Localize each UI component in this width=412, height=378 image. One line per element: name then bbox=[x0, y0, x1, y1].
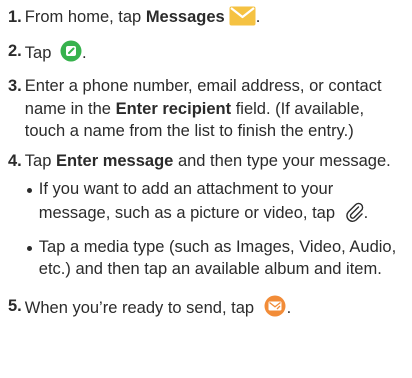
step-text: Tap . bbox=[25, 40, 406, 69]
bullet-list: If you want to add an attachment to your… bbox=[25, 178, 406, 281]
step-text-before: Tap bbox=[24, 43, 56, 62]
step-bold-term: Enter message bbox=[55, 151, 174, 170]
step-text: From home, tap Messages. bbox=[25, 6, 406, 33]
step-5: 5. When you’re ready to send, tap . bbox=[8, 295, 406, 324]
step-text-after: and then type your message. bbox=[173, 151, 391, 170]
step-number: 2. bbox=[8, 41, 22, 60]
bullet-item: If you want to add an attachment to your… bbox=[25, 178, 406, 229]
step-4: 4. Tap Enter message and then type your … bbox=[8, 150, 406, 288]
step-text: Tap Enter message and then type your mes… bbox=[25, 152, 391, 170]
step-number: 1. bbox=[8, 8, 22, 26]
paperclip-icon bbox=[344, 200, 364, 229]
step-number: 5. bbox=[8, 296, 22, 315]
step-2: 2. Tap . bbox=[8, 40, 406, 69]
bullet-text: Tap a media type (such as Images, Video,… bbox=[38, 237, 397, 279]
step-text: Enter a phone number, email address, or … bbox=[25, 75, 406, 143]
step-text-before: When you’re ready to send, tap bbox=[24, 298, 259, 317]
step-content: Tap Enter message and then type your mes… bbox=[25, 150, 406, 288]
step-number: 4. bbox=[8, 151, 22, 170]
step-text-after: . bbox=[286, 298, 292, 317]
step-number: 3. bbox=[8, 77, 22, 96]
compose-icon bbox=[60, 40, 82, 69]
step-text-before: Tap bbox=[24, 151, 56, 170]
step-text-after: . bbox=[81, 43, 87, 62]
step-bold-term: Messages bbox=[145, 8, 225, 26]
bullet-item: Tap a media type (such as Images, Video,… bbox=[25, 236, 406, 281]
messages-envelope-icon bbox=[229, 6, 256, 33]
step-1: 1. From home, tap Messages. bbox=[8, 6, 406, 33]
send-icon bbox=[263, 295, 287, 324]
bullet-text-after: . bbox=[363, 204, 369, 223]
step-text-after: . bbox=[255, 8, 261, 26]
instruction-document: 1. From home, tap Messages. 2. Tap . 3. … bbox=[0, 0, 412, 378]
step-text-before: From home, tap bbox=[24, 8, 146, 26]
step-bold-term: Enter recipient bbox=[115, 99, 232, 118]
step-3: 3. Enter a phone number, email address, … bbox=[8, 75, 406, 143]
bullet-text-before: If you want to add an attachment to your… bbox=[38, 179, 340, 223]
step-text: When you’re ready to send, tap . bbox=[25, 295, 406, 324]
